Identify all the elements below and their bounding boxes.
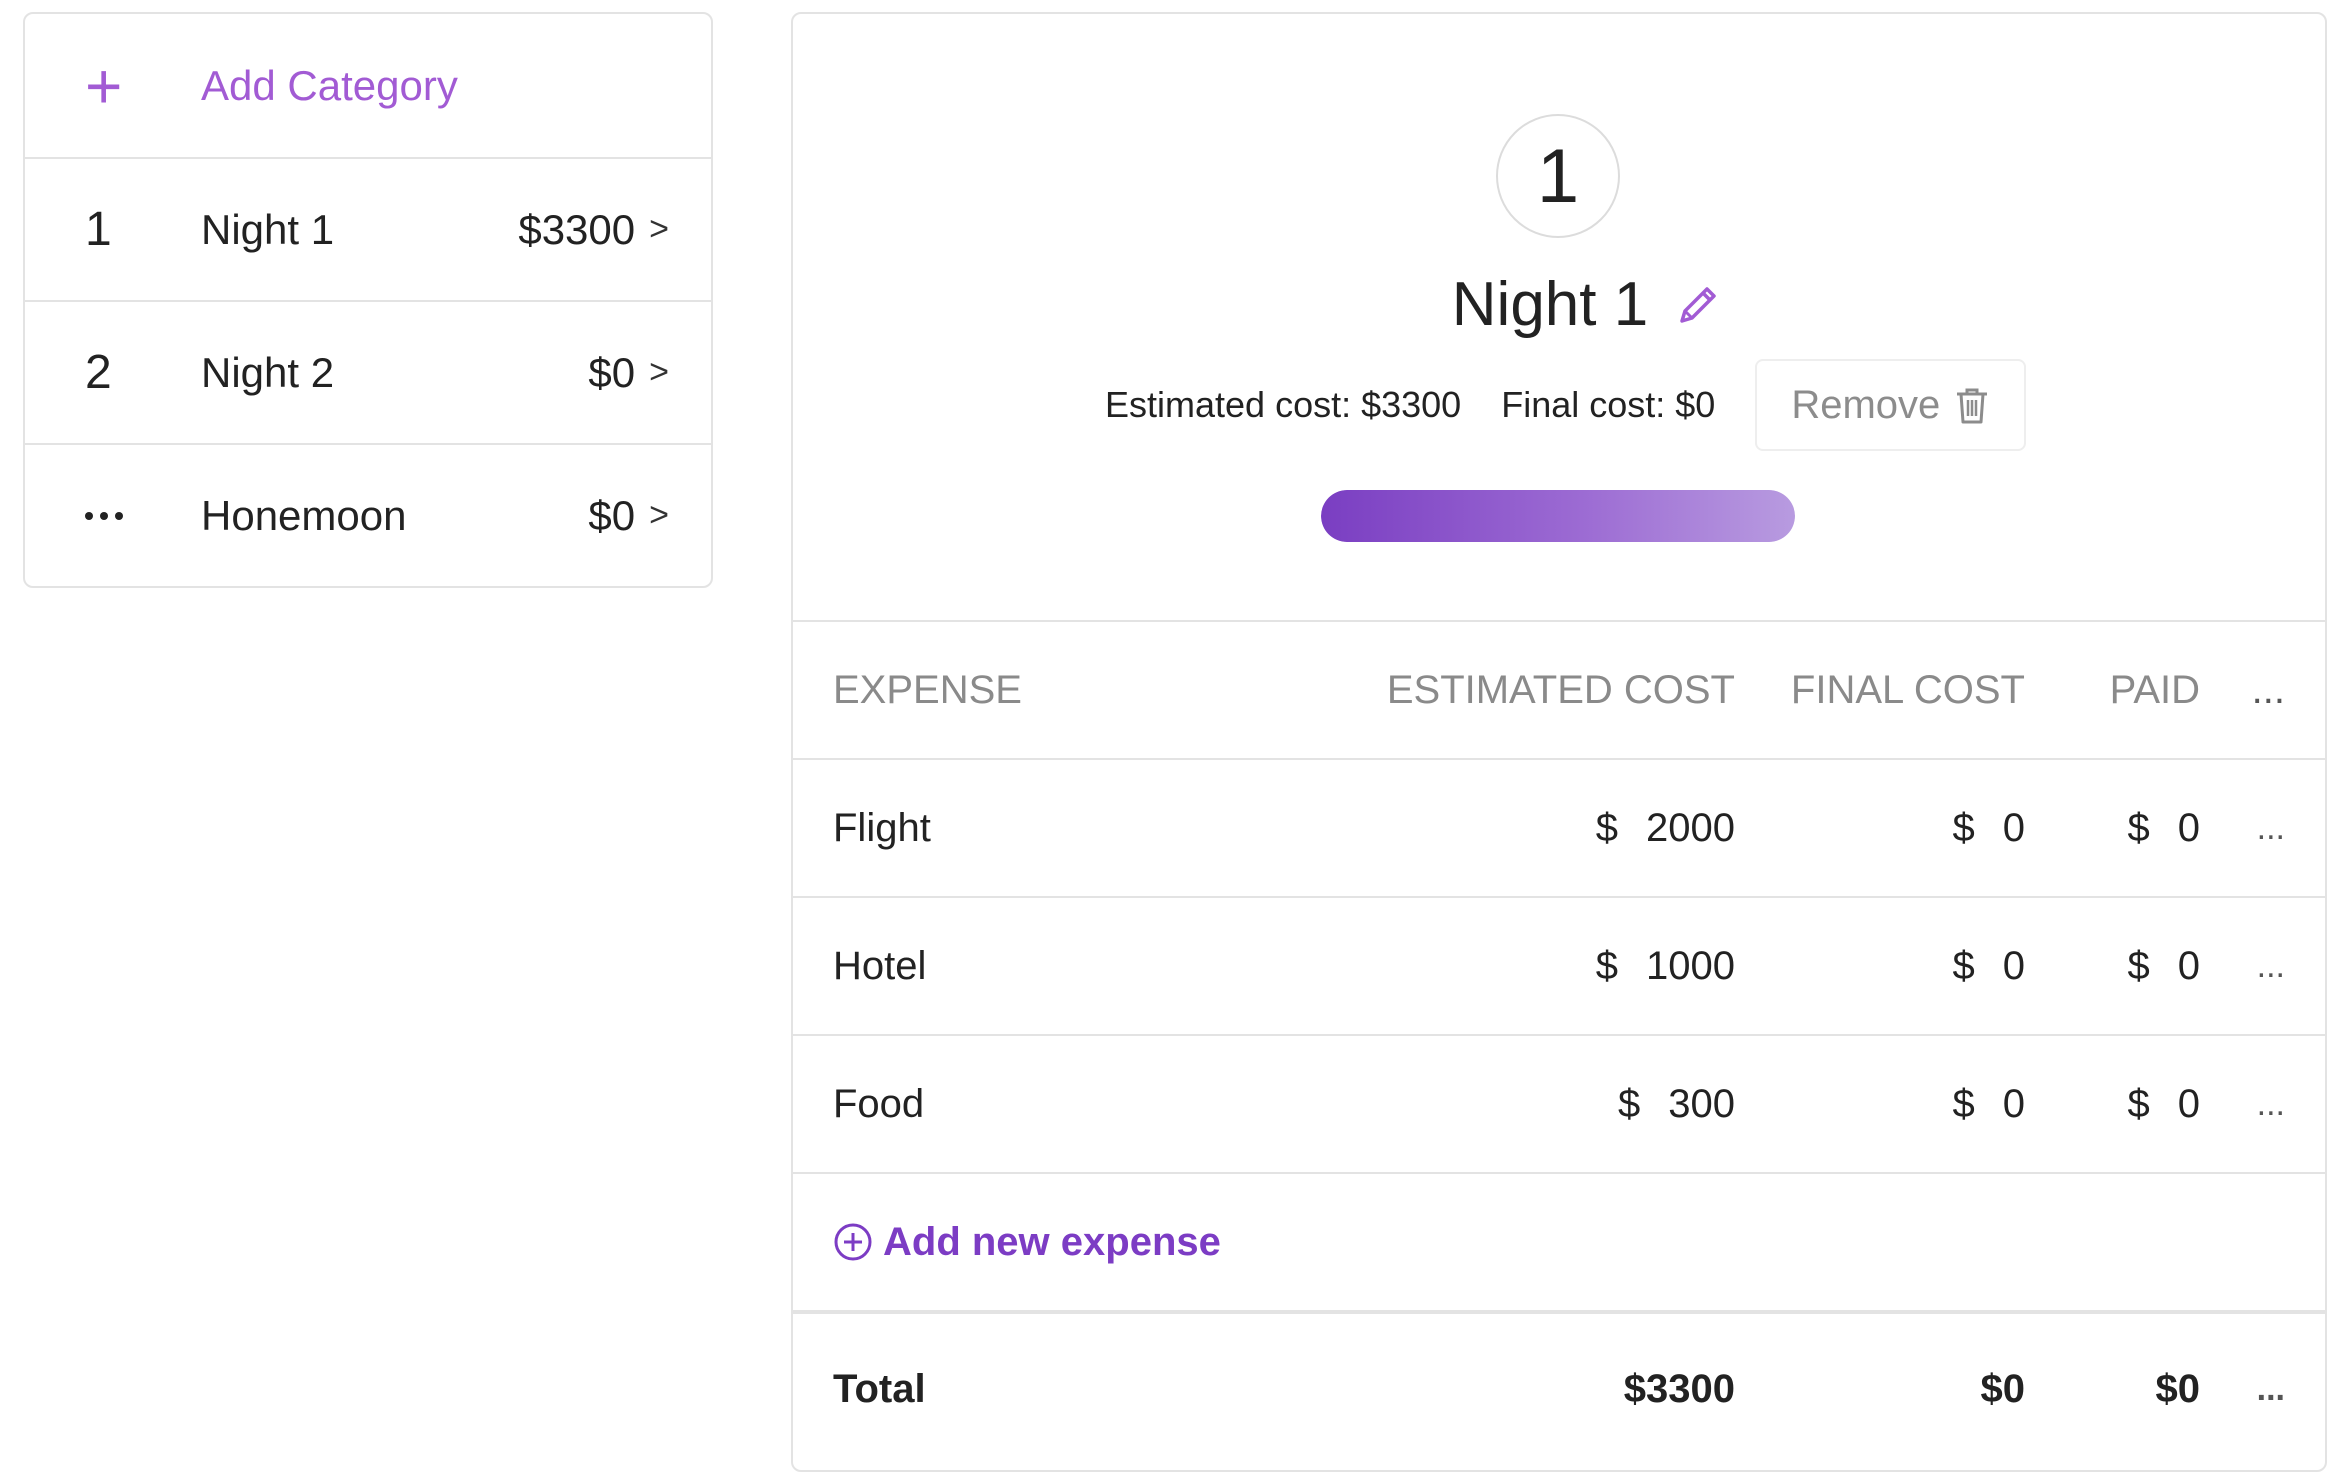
row-more-button[interactable]: ... xyxy=(2257,760,2285,896)
expense-name[interactable]: Hotel xyxy=(833,898,926,1034)
category-sidebar: + Add Category 1 Night 1 $3300 > 2 Night… xyxy=(23,12,713,588)
total-estimated-cost: $3300 xyxy=(1623,1366,1735,1411)
sidebar-item-honemoon[interactable]: Honemoon $0 > xyxy=(25,443,711,586)
category-header: 1 Night 1 Estimated cost: $3300 Final co… xyxy=(793,14,2325,622)
plus-icon: + xyxy=(85,49,123,122)
final-cost-summary: Final cost: $0 xyxy=(1501,384,1716,425)
add-new-expense-button[interactable]: Add new expense xyxy=(833,1220,1221,1265)
estimated-cost-cell[interactable]: $2000 xyxy=(1596,760,1735,896)
category-number-badge: 1 xyxy=(1496,114,1620,238)
estimated-cost-summary: Estimated cost: $3300 xyxy=(1105,384,1462,425)
estimated-cost-cell[interactable]: $1000 xyxy=(1596,898,1735,1034)
remove-label: Remove xyxy=(1791,382,1941,427)
total-final-cost: $0 xyxy=(1980,1366,2026,1411)
category-label: Honemoon xyxy=(201,491,407,539)
sidebar-item-night-2[interactable]: 2 Night 2 $0 > xyxy=(25,300,711,443)
paid-cell[interactable]: $0 xyxy=(2128,898,2201,1034)
category-amount: $0 xyxy=(588,348,636,396)
column-header-more: ... xyxy=(2251,667,2285,712)
table-row: Food $300 $0 $0 ... xyxy=(793,1036,2325,1174)
total-label: Total xyxy=(833,1366,926,1411)
final-cost-cell[interactable]: $0 xyxy=(1953,760,2026,896)
title-row: Night 1 xyxy=(793,269,2325,340)
expense-name[interactable]: Food xyxy=(833,1036,924,1172)
plus-circle-icon xyxy=(834,1223,872,1261)
table-header: EXPENSE ESTIMATED COST FINAL COST PAID .… xyxy=(793,622,2325,760)
category-amount: $3300 xyxy=(518,205,636,253)
category-number: 2 xyxy=(85,346,112,399)
row-more-button[interactable]: ... xyxy=(2257,1036,2285,1172)
column-header-estimated-cost: ESTIMATED COST xyxy=(1386,667,1735,712)
table-row: Hotel $1000 $0 $0 ... xyxy=(793,898,2325,1036)
category-amount: $0 xyxy=(588,491,636,539)
total-paid: $0 xyxy=(2155,1366,2201,1411)
remove-category-button[interactable]: Remove xyxy=(1755,359,2027,451)
chevron-right-icon: > xyxy=(649,496,669,534)
total-more-button[interactable]: ... xyxy=(2257,1314,2285,1464)
budget-progress-bar xyxy=(1321,490,1795,542)
category-title: Night 1 xyxy=(1451,270,1649,339)
final-cost-cell[interactable]: $0 xyxy=(1953,898,2026,1034)
chevron-right-icon: > xyxy=(649,210,669,248)
progress-fill xyxy=(1321,490,1795,542)
table-row: Flight $2000 $0 $0 ... xyxy=(793,760,2325,898)
paid-cell[interactable]: $0 xyxy=(2128,1036,2201,1172)
cost-summary: Estimated cost: $3300 Final cost: $0 Rem… xyxy=(1105,359,2027,451)
category-label: Night 1 xyxy=(201,205,335,253)
pencil-icon[interactable] xyxy=(1672,279,1724,331)
category-label: Night 2 xyxy=(201,348,335,396)
chevron-right-icon: > xyxy=(649,353,669,391)
add-expense-row: Add new expense xyxy=(793,1174,2325,1314)
paid-cell[interactable]: $0 xyxy=(2128,760,2201,896)
estimated-cost-cell[interactable]: $300 xyxy=(1618,1036,1735,1172)
sidebar-item-night-1[interactable]: 1 Night 1 $3300 > xyxy=(25,157,711,300)
more-dots-icon xyxy=(85,511,201,520)
column-header-expense: EXPENSE xyxy=(833,667,1022,712)
final-cost-cell[interactable]: $0 xyxy=(1953,1036,2026,1172)
column-header-final-cost: FINAL COST xyxy=(1790,667,2025,712)
category-detail-panel: 1 Night 1 Estimated cost: $3300 Final co… xyxy=(791,12,2327,1472)
trash-icon xyxy=(1957,388,1988,424)
add-category-label: Add Category xyxy=(201,61,458,109)
category-number: 1 xyxy=(85,203,112,256)
column-header-paid: PAID xyxy=(2109,667,2200,712)
row-more-button[interactable]: ... xyxy=(2257,898,2285,1034)
total-row: Total $3300 $0 $0 ... xyxy=(793,1314,2325,1464)
add-new-expense-label: Add new expense xyxy=(883,1219,1221,1264)
add-category-button[interactable]: + Add Category xyxy=(25,14,711,157)
expense-name[interactable]: Flight xyxy=(833,760,931,896)
